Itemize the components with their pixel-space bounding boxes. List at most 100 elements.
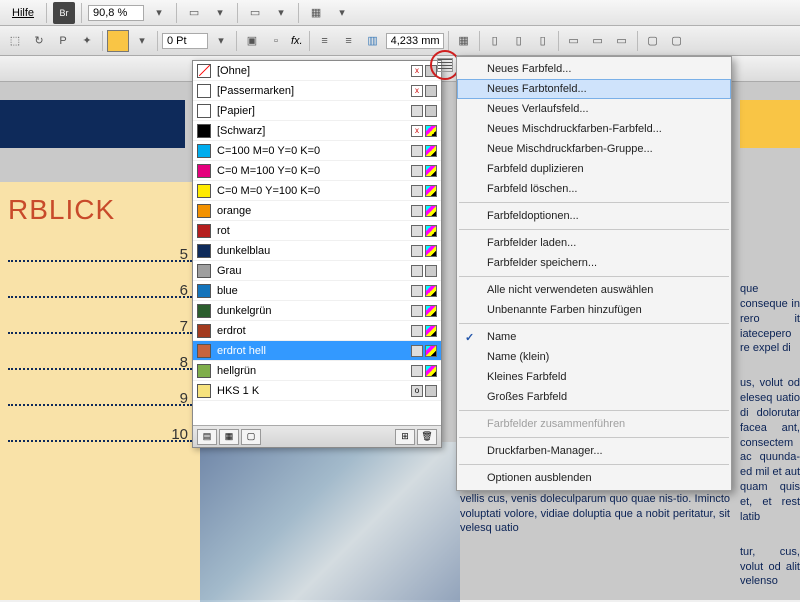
opacity-icon[interactable]: ▣	[241, 30, 263, 52]
wrap-2-icon[interactable]: ▢	[666, 30, 688, 52]
swatch-icons	[411, 305, 437, 317]
swatch-row[interactable]: blue	[193, 281, 441, 301]
para-left-icon[interactable]: ≡	[314, 30, 336, 52]
new-swatch-button[interactable]: ⊞	[395, 429, 415, 445]
obj-2-icon[interactable]: ▭	[587, 30, 609, 52]
swatch-row[interactable]: erdrot	[193, 321, 441, 341]
menu-item[interactable]: Neues Verlaufsfeld...	[457, 99, 731, 119]
tool-text-icon[interactable]: P	[52, 30, 74, 52]
swatch-color	[197, 284, 211, 298]
dist-1-icon[interactable]: ▯	[484, 30, 506, 52]
toc-line: 7	[8, 332, 192, 334]
screen-mode-icon[interactable]: ▭	[244, 2, 266, 24]
swatch-name: [Schwarz]	[217, 125, 405, 137]
menu-item[interactable]: Farbfelder laden...	[457, 233, 731, 253]
menu-item[interactable]: Neues Farbfeld...	[457, 59, 731, 79]
left-page: RBLICK 5678910	[0, 182, 200, 600]
menu-item[interactable]: Neue Mischdruckfarben-Gruppe...	[457, 139, 731, 159]
panel-menu-button[interactable]	[437, 58, 453, 72]
swatch-icons	[411, 345, 437, 357]
menu-item-label: Optionen ausblenden	[487, 472, 592, 484]
blue-rect	[0, 100, 185, 148]
swatch-name: dunkelblau	[217, 245, 405, 257]
swatch-row[interactable]: dunkelblau	[193, 241, 441, 261]
toc-line: 10	[8, 440, 192, 442]
obj-3-icon[interactable]: ▭	[611, 30, 633, 52]
menu-help[interactable]: Hilfe	[6, 7, 40, 19]
delete-swatch-button[interactable]: 🗑	[417, 429, 437, 445]
menu-item[interactable]: Kleines Farbfeld	[457, 367, 731, 387]
tool-selection-icon[interactable]: ⬚	[4, 30, 26, 52]
swatch-row[interactable]: Grau	[193, 261, 441, 281]
menu-item-label: Farbfeld löschen...	[487, 183, 578, 195]
swatch-color	[197, 324, 211, 338]
swatch-row[interactable]: HKS 1 Ko	[193, 381, 441, 401]
show-large-icon[interactable]: ▢	[241, 429, 261, 445]
swatch-row[interactable]: erdrot hell	[193, 341, 441, 361]
show-list-icon[interactable]: ▤	[197, 429, 217, 445]
menu-item[interactable]: Alle nicht verwendeten auswählen	[457, 280, 731, 300]
menu-item-label: Druckfarben-Manager...	[487, 445, 603, 457]
tool-rotate-icon[interactable]: ↻	[28, 30, 50, 52]
swatch-name: rot	[217, 225, 405, 237]
dist-3-icon[interactable]: ▯	[532, 30, 554, 52]
fill-color[interactable]	[107, 30, 129, 52]
wrap-1-icon[interactable]: ▢	[642, 30, 664, 52]
menu-item[interactable]: Farbfelder speichern...	[457, 253, 731, 273]
view-mode-1-icon[interactable]: ▭	[183, 2, 205, 24]
swatch-icons: o	[411, 385, 437, 397]
menu-item[interactable]: Neues Mischdruckfarben-Farbfeld...	[457, 119, 731, 139]
columns-icon[interactable]: ▥	[362, 30, 384, 52]
stroke-dropdown[interactable]: ▾	[210, 30, 232, 52]
menu-item[interactable]: Unbenannte Farben hinzufügen	[457, 300, 731, 320]
para-center-icon[interactable]: ≡	[338, 30, 360, 52]
gutter-input[interactable]	[386, 33, 444, 49]
tool-star-icon[interactable]: ✦	[76, 30, 98, 52]
swatch-row[interactable]: C=100 M=0 Y=0 K=0	[193, 141, 441, 161]
swatch-color	[197, 384, 211, 398]
arrange-icon[interactable]: ▦	[305, 2, 327, 24]
menu-item[interactable]: Farbfeld duplizieren	[457, 159, 731, 179]
stroke-weight-input[interactable]	[162, 33, 208, 49]
swatch-row[interactable]: hellgrün	[193, 361, 441, 381]
zoom-dropdown-icon[interactable]: ▾	[148, 2, 170, 24]
swatch-row[interactable]: [Ohne]x	[193, 61, 441, 81]
arrange-dropdown[interactable]: ▾	[331, 2, 353, 24]
effects-icon[interactable]: ▫	[265, 30, 287, 52]
menu-item[interactable]: Farbfeldoptionen...	[457, 206, 731, 226]
swatch-row[interactable]: [Schwarz]x	[193, 121, 441, 141]
swatch-color	[197, 84, 211, 98]
menu-item[interactable]: Neues Farbtonfeld...	[457, 79, 731, 99]
swatch-color	[197, 184, 211, 198]
swatch-row[interactable]: [Papier]	[193, 101, 441, 121]
menu-item[interactable]: Großes Farbfeld	[457, 387, 731, 407]
swatch-row[interactable]: C=0 M=0 Y=100 K=0	[193, 181, 441, 201]
show-small-icon[interactable]: ▦	[219, 429, 239, 445]
swatch-color	[197, 244, 211, 258]
menu-item-label: Name	[487, 331, 516, 343]
swatch-row[interactable]: [Passermarken]x	[193, 81, 441, 101]
dist-2-icon[interactable]: ▯	[508, 30, 530, 52]
bridge-button[interactable]: Br	[53, 2, 75, 24]
swatch-name: dunkelgrün	[217, 305, 405, 317]
fx-label[interactable]: fx.	[289, 35, 305, 47]
swatch-list[interactable]: [Ohne]x[Passermarken]x[Papier][Schwarz]x…	[193, 61, 441, 425]
menu-item-label: Farbfeldoptionen...	[487, 210, 579, 222]
swatch-row[interactable]: C=0 M=100 Y=0 K=0	[193, 161, 441, 181]
swatch-name: erdrot	[217, 325, 405, 337]
screen-mode-dropdown[interactable]: ▾	[270, 2, 292, 24]
fill-dropdown[interactable]: ▾	[131, 30, 153, 52]
zoom-input[interactable]	[88, 5, 144, 21]
menu-item[interactable]: Farbfeld löschen...	[457, 179, 731, 199]
menu-item[interactable]: Name (klein)	[457, 347, 731, 367]
swatch-row[interactable]: rot	[193, 221, 441, 241]
align-1-icon[interactable]: ▦	[453, 30, 475, 52]
menu-item[interactable]: Druckfarben-Manager...	[457, 441, 731, 461]
menu-item[interactable]: Optionen ausblenden	[457, 468, 731, 488]
yellow-rect	[740, 100, 800, 148]
obj-1-icon[interactable]: ▭	[563, 30, 585, 52]
view-mode-dropdown[interactable]: ▾	[209, 2, 231, 24]
swatch-row[interactable]: dunkelgrün	[193, 301, 441, 321]
menu-item[interactable]: ✓Name	[457, 327, 731, 347]
swatch-row[interactable]: orange	[193, 201, 441, 221]
